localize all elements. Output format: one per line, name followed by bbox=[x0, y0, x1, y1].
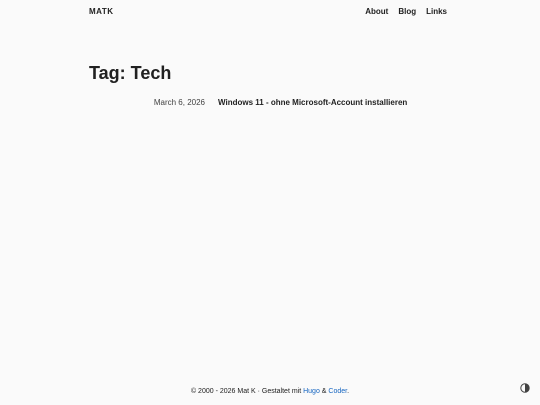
post-date: March 6, 2026 bbox=[153, 98, 205, 107]
top-navigation: MATK About Blog Links bbox=[89, 0, 447, 22]
footer-link-coder[interactable]: Coder bbox=[328, 388, 347, 395]
nav-item-links[interactable]: Links bbox=[426, 7, 447, 16]
footer-link-hugo[interactable]: Hugo bbox=[303, 388, 320, 395]
nav-menu: About Blog Links bbox=[365, 7, 447, 16]
list-item: March 6, 2026 Windows 11 - ohne Microsof… bbox=[0, 97, 540, 109]
footer: © 2000 - 2026 Mat K · Gestaltet mit Hugo… bbox=[0, 386, 540, 398]
page: MATK About Blog Links Tag: Tech March 6,… bbox=[0, 0, 540, 405]
nav-item-about[interactable]: About bbox=[365, 7, 388, 16]
footer-end: . bbox=[347, 388, 350, 395]
footer-copyright: © 2000 - 2026 Mat K · Gestaltet mit bbox=[190, 388, 304, 395]
contrast-icon bbox=[520, 383, 530, 393]
nav-item-blog[interactable]: Blog bbox=[398, 7, 416, 16]
post-title-link[interactable]: Windows 11 - ohne Microsoft-Account inst… bbox=[218, 97, 407, 109]
theme-toggle-button[interactable] bbox=[518, 381, 532, 395]
page-title: Tag: Tech bbox=[89, 63, 172, 83]
site-brand-link[interactable]: MATK bbox=[89, 7, 114, 16]
